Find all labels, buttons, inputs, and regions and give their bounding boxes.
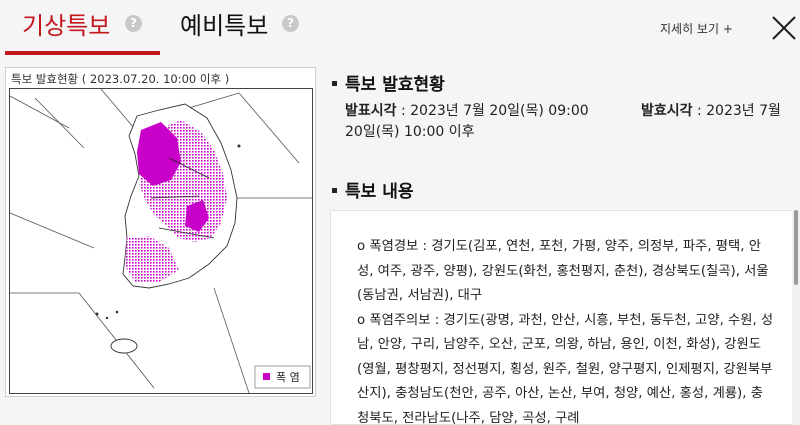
active-tab-indicator [5,51,160,55]
effective-time-cont: 20일(목) 10:00 이후 [345,124,475,140]
warning-map-panel: 특보 발효현황 ( 2023.07.20. 10:00 이후 ) 폭 염 [5,67,316,397]
detail-view-link[interactable]: 지세히 보기 + [660,20,733,37]
help-icon[interactable]: ? [125,15,142,32]
scrollbar-thumb[interactable] [794,210,798,285]
warning-content-text: o 폭염경보 : 경기도(김포, 연천, 포천, 가평, 양주, 의정부, 파주… [357,239,774,425]
announce-time: 발표시각 : 2023년 7월 20일(목) 09:00 [345,103,589,119]
bullet-icon [332,187,337,193]
bullet-icon [332,80,337,86]
header: 기상특보 ? 예비특보 ? 지세히 보기 + [0,0,800,56]
map-title: 특보 발효현황 ( 2023.07.20. 10:00 이후 ) [11,72,230,86]
warning-map: 폭 염 [9,88,313,394]
tab-weather-warning[interactable]: 기상특보 [22,6,110,41]
help-icon[interactable]: ? [282,15,299,32]
close-icon[interactable] [770,14,798,42]
warning-content-box[interactable]: o 폭염경보 : 경기도(김포, 연천, 포천, 가평, 양주, 의정부, 파주… [330,210,793,425]
tab-pre-warning[interactable]: 예비특보 [180,6,268,41]
content-section-title: 특보 내용 [332,177,413,202]
effective-time: 발효시각 : 2023년 7월 [641,103,781,119]
jeju-island [110,338,138,354]
legend-swatch [263,373,270,380]
legend-label: 폭 염 [276,371,300,384]
status-section-title: 특보 발효현황 [332,70,445,95]
